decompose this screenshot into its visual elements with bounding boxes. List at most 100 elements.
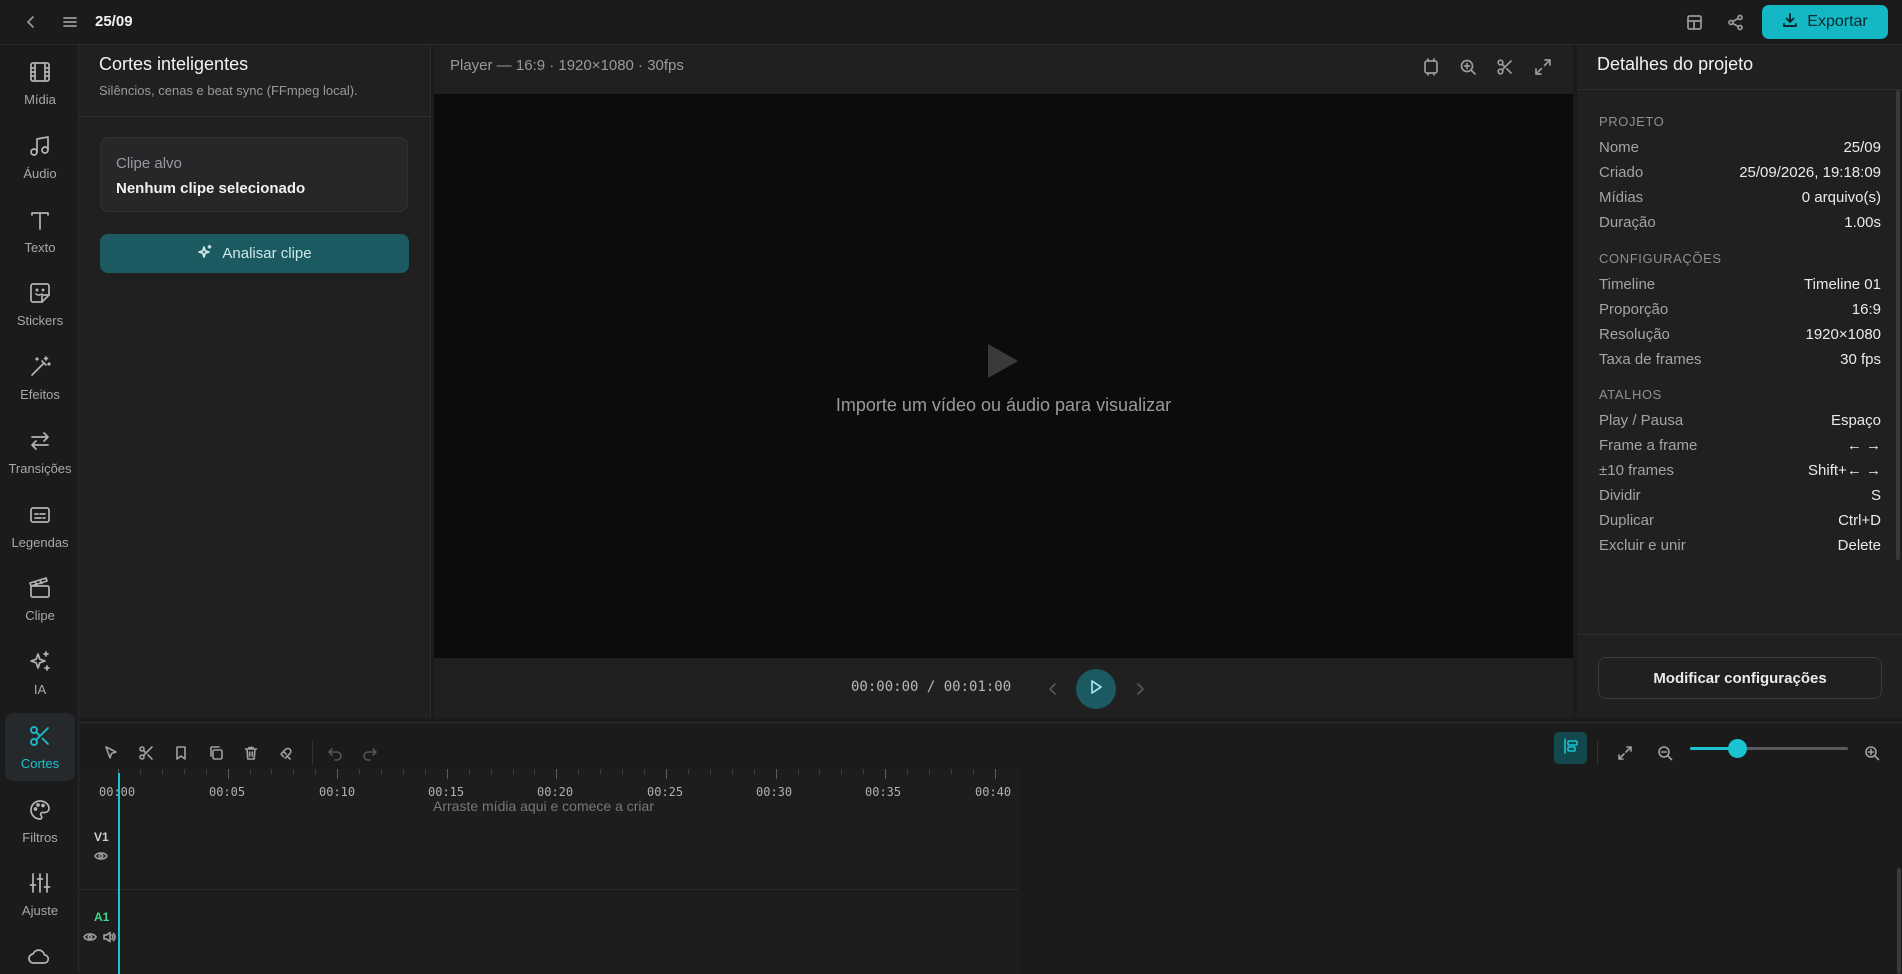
ruler-tick [293, 769, 295, 774]
ruler-tick [644, 769, 646, 774]
sidebar-item-midia[interactable]: Mídia [5, 49, 75, 117]
duplicate-tool-icon[interactable] [202, 739, 230, 767]
ruler-tick [205, 769, 207, 774]
sidebar-item-ia[interactable]: IA [5, 639, 75, 707]
scissors-icon[interactable] [1493, 55, 1517, 79]
layout-icon[interactable] [1683, 11, 1705, 33]
play-button[interactable] [1076, 669, 1116, 709]
back-icon[interactable] [20, 11, 42, 33]
track-label: A1 [94, 910, 110, 924]
sidebar-item-audio[interactable]: Áudio [5, 123, 75, 191]
split-tool-icon[interactable] [132, 739, 160, 767]
section-heading: PROJETO [1599, 114, 1665, 129]
zoom-in-icon[interactable] [1456, 55, 1480, 79]
share-icon[interactable] [1724, 11, 1746, 33]
sidebar-item-label: Legendas [11, 534, 69, 550]
shortcut-row: ±10 frames Shift+← → [1599, 462, 1881, 479]
track-video-1[interactable]: V1 [79, 809, 1019, 890]
timeline-panel: 00:00 00:05 00:10 00:15 00:20 00:25 00:3… [79, 722, 1902, 974]
ruler-tick [950, 769, 952, 774]
cloud-icon[interactable] [27, 945, 51, 967]
ruler-tick [315, 769, 317, 774]
target-clip-label: Clipe alvo [116, 155, 182, 172]
timeline-scrollbar[interactable] [1897, 868, 1901, 974]
menu-icon[interactable] [59, 11, 81, 33]
ruler-tick [249, 769, 251, 774]
target-clip-value: Nenhum clipe selecionado [116, 180, 306, 197]
details-scrollbar[interactable] [1896, 90, 1900, 560]
eye-icon[interactable] [82, 930, 98, 944]
ruler-tick [227, 769, 229, 779]
ruler-label: 00:25 [647, 785, 684, 799]
zoom-slider-thumb[interactable] [1727, 739, 1747, 758]
playhead[interactable] [118, 773, 120, 974]
fit-frame-icon[interactable] [1419, 55, 1443, 79]
ruler-tick [424, 769, 426, 774]
empty-preview-message: Importe um vídeo ou áudio para visualiza… [835, 395, 1172, 415]
sidebar-item-transicoes[interactable]: Transições [5, 418, 75, 486]
ruler-tick [753, 769, 755, 774]
undo-icon[interactable] [321, 739, 349, 767]
sticker-icon [28, 281, 52, 308]
detail-row: Timeline Timeline 01 [1599, 276, 1881, 293]
sidebar-item-label: Texto [24, 239, 56, 255]
ruler-tick [994, 769, 996, 779]
sidebar-item-clipe[interactable]: Clipe [5, 565, 75, 633]
next-frame-icon[interactable] [1131, 679, 1149, 699]
ruler-tick [907, 769, 909, 774]
sidebar-item-cortes[interactable]: Cortes [5, 713, 75, 781]
volume-icon[interactable] [101, 930, 117, 944]
modify-settings-button[interactable]: Modificar configurações [1598, 657, 1882, 699]
ruler-tick [929, 769, 931, 774]
analyze-clip-button[interactable]: Analisar clipe [100, 234, 409, 273]
ruler-tick [885, 769, 887, 779]
sidebar-item-legendas[interactable]: Legendas [5, 492, 75, 560]
current-time: 00:00:00 [851, 679, 919, 695]
ruler-label: 00:15 [428, 785, 465, 799]
ruler-label: 00:10 [319, 785, 356, 799]
zoom-in-icon[interactable] [1858, 739, 1886, 767]
ruler-tick [841, 769, 843, 774]
sidebar-item-label: Ajuste [21, 902, 59, 918]
sparkles-icon [28, 650, 52, 677]
clapperboard-icon [28, 576, 52, 603]
sparkles-icon [197, 244, 213, 264]
ruler-tick [709, 769, 711, 774]
ruler-tick [271, 769, 273, 774]
player-title: Player — 16:9 · 1920×1080 · 30fps [450, 57, 684, 74]
smart-cuts-panel: Cortes inteligentes Silêncios, cenas e b… [79, 45, 431, 718]
ruler-tick [359, 769, 361, 774]
details-list[interactable]: PROJETO Nome 25/09 Criado 25/09/2026, 19:1… [1577, 90, 1902, 634]
sidebar-item-stickers[interactable]: Stickers [5, 270, 75, 338]
zoom-out-icon[interactable] [1651, 739, 1679, 767]
ruler-tick [687, 769, 689, 774]
sidebar-item-filtros[interactable]: Filtros [5, 787, 75, 855]
delete-tool-icon[interactable] [237, 739, 265, 767]
divider [1577, 634, 1902, 635]
project-title: 25/09 [95, 13, 133, 30]
details-title: Detalhes do projeto [1597, 54, 1754, 74]
play-placeholder-icon [986, 342, 1020, 384]
redo-icon[interactable] [356, 739, 384, 767]
film-icon [28, 60, 52, 87]
ruler-tick [731, 769, 733, 774]
marker-tool-icon[interactable] [167, 739, 195, 767]
sidebar-item-texto[interactable]: Texto [5, 197, 75, 265]
ruler-tick [863, 769, 865, 774]
detail-row: Proporção 16:9 [1599, 301, 1881, 318]
previous-frame-icon[interactable] [1044, 679, 1062, 699]
ruler-tick [402, 769, 404, 774]
play-icon [1088, 679, 1104, 699]
player-panel: Player — 16:9 · 1920×1080 · 30fps Import… [434, 45, 1573, 718]
eye-icon[interactable] [93, 849, 109, 863]
drop-hint: Arraste mídia aqui e comece a criar [433, 798, 654, 814]
fit-timeline-icon[interactable] [1611, 739, 1639, 767]
select-tool-icon[interactable] [97, 739, 125, 767]
sidebar-item-ajuste[interactable]: Ajuste [5, 860, 75, 928]
snap-toggle-button[interactable] [1554, 732, 1587, 764]
fullscreen-icon[interactable] [1531, 55, 1555, 79]
sidebar-item-efeitos[interactable]: Efeitos [5, 344, 75, 412]
export-button[interactable]: Exportar [1762, 5, 1888, 39]
track-audio-1[interactable]: A1 [79, 890, 1019, 974]
magnet-tool-icon[interactable] [272, 739, 300, 767]
